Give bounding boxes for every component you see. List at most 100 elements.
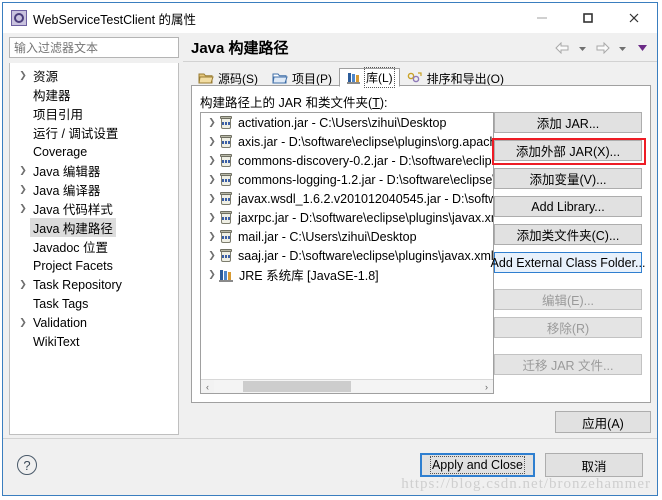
scroll-right-arrow-icon[interactable]: › [480,380,493,393]
sidebar-item-task-tags[interactable]: Task Tags [10,294,178,313]
jar-entry-text: jaxrpc.jar - D:\software\eclipse\plugins… [238,210,493,225]
sidebar-item-validation[interactable]: ❯ Validation [10,313,178,332]
scrollbar-thumb[interactable] [243,381,352,392]
help-glyph: ? [23,457,31,473]
remove-button[interactable]: 移除(R) [494,317,642,338]
chevron-right-icon[interactable]: ❯ [16,280,30,289]
add-external-jar-button[interactable]: 添加外部 JAR(X)... [492,138,646,165]
apply-button[interactable]: 应用(A) [555,411,651,433]
jar-entry-text: javax.wsdl_1.6.2.v201012040545.jar - D:\… [238,191,493,206]
sidebar-item-label: Task Tags [33,296,89,311]
add-library-button[interactable]: Add Library... [494,196,642,217]
sidebar-item-javadoc-location[interactable]: Javadoc 位置 [10,237,178,256]
sidebar-item-java-build-path[interactable]: Java 构建路径 [10,218,178,237]
sidebar-item-label: Project Facets [33,258,113,273]
list-item[interactable]: ❯ activation.jar - C:\Users\zihui\Deskto… [201,113,493,132]
back-dropdown-icon[interactable] [573,40,591,56]
add-jar-button[interactable]: 添加 JAR... [494,112,642,133]
chevron-right-icon[interactable]: ❯ [16,185,30,194]
sidebar-item-label: 项目引用 [33,108,84,122]
jar-list-label-prefix: 构建路径上的 JAR 和类文件夹( [200,96,373,110]
sidebar-item-project-facets[interactable]: Project Facets [10,256,178,275]
chevron-right-icon[interactable]: ❯ [16,71,30,80]
sidebar-item-coverage[interactable]: Coverage [10,142,178,161]
chevron-right-icon[interactable]: ❯ [16,166,30,175]
chevron-right-icon[interactable]: ❯ [205,155,219,166]
tab-label: 项目(P) [292,71,332,86]
help-icon[interactable]: ? [17,455,37,475]
list-item[interactable]: ❯ jaxrpc.jar - D:\software\eclipse\plugi… [201,208,493,227]
forward-arrow-icon[interactable] [593,40,611,56]
sidebar-item-java-code-style[interactable]: ❯ Java 代码样式 [10,199,178,218]
chevron-right-icon[interactable]: ❯ [205,269,219,280]
sidebar-item-java-compiler[interactable]: ❯ Java 编译器 [10,180,178,199]
properties-icon [11,10,27,26]
list-item[interactable]: ❯ axis.jar - D:\software\eclipse\plugins… [201,132,493,151]
sidebar-item-builders[interactable]: 构建器 [10,85,178,104]
chevron-right-icon[interactable]: ❯ [16,204,30,213]
jar-entry-text: commons-logging-1.2.jar - D:\software\ec… [238,172,493,187]
jar-list-horizontal-scrollbar[interactable]: ‹ › [201,379,493,393]
chevron-right-icon[interactable]: ❯ [205,212,219,223]
sidebar-item-project-references[interactable]: 项目引用 [10,104,178,123]
sidebar-item-task-repository[interactable]: ❯ Task Repository [10,275,178,294]
button-label: 添加变量(V)... [529,173,607,187]
title-bar: WebServiceTestClient 的属性 [3,3,657,33]
add-variable-button[interactable]: 添加变量(V)... [494,168,642,189]
chevron-right-icon[interactable]: ❯ [205,250,219,261]
edit-button[interactable]: 编辑(E)... [494,289,642,310]
button-label: 添加类文件夹(C)... [516,229,620,243]
forward-dropdown-icon[interactable] [613,40,631,56]
chevron-right-icon[interactable]: ❯ [205,231,219,242]
list-item[interactable]: ❯ mail.jar - C:\Users\zihui\Desktop [201,227,493,246]
apply-and-close-button[interactable]: Apply and Close [419,453,535,477]
sidebar-item-wikitext[interactable]: WikiText [10,332,178,351]
list-item[interactable]: ❯ commons-logging-1.2.jar - D:\software\… [201,170,493,189]
button-label: 添加外部 JAR(X)... [515,145,621,159]
add-external-class-folder-button[interactable]: Add External Class Folder... [491,252,645,273]
properties-dialog: WebServiceTestClient 的属性 ❯ 资源 构建器 [2,2,658,496]
cancel-button[interactable]: 取消 [545,453,643,477]
button-group-spacer [494,345,642,354]
chevron-right-icon[interactable]: ❯ [205,136,219,147]
settings-sidebar: ❯ 资源 构建器 项目引用 运行 / 调试设置 Coverage [9,37,179,435]
sidebar-item-resource[interactable]: ❯ 资源 [10,66,178,85]
jar-entry-text: mail.jar - C:\Users\zihui\Desktop [238,229,417,244]
sidebar-item-label: Java 编辑器 [33,165,101,179]
chevron-right-icon[interactable]: ❯ [205,117,219,128]
sidebar-item-java-editor[interactable]: ❯ Java 编辑器 [10,161,178,180]
jar-list-label-mnemonic: T [372,96,380,110]
chevron-right-icon[interactable]: ❯ [205,174,219,185]
sidebar-item-label: Validation [33,315,87,330]
list-item[interactable]: ❯ javax.wsdl_1.6.2.v201012040545.jar - D… [201,189,493,208]
jar-icon [219,115,233,130]
build-path-tabs: 源码(S) 项目(P) 库(L) 排序和导出(O) [191,67,651,88]
tab-libraries[interactable]: 库(L) [339,67,400,88]
apply-row: 应用(A) [555,411,651,433]
chevron-right-icon[interactable]: ❯ [16,318,30,327]
list-item[interactable]: ❯ commons-discovery-0.2.jar - D:\softwar… [201,151,493,170]
sidebar-item-label: Java 代码样式 [33,203,113,217]
scroll-left-arrow-icon[interactable]: ‹ [201,380,214,393]
sidebar-item-label: 资源 [33,70,59,84]
filter-input[interactable] [9,37,179,58]
list-item[interactable]: ❯ saaj.jar - D:\software\eclipse\plugins… [201,246,493,265]
maximize-button[interactable] [565,3,611,33]
chevron-right-icon[interactable]: ❯ [205,193,219,204]
sidebar-item-label: Task Repository [33,277,122,292]
jar-list[interactable]: ❯ activation.jar - C:\Users\zihui\Deskto… [200,112,494,394]
add-class-folder-button[interactable]: 添加类文件夹(C)... [494,224,642,245]
back-arrow-icon[interactable] [553,40,571,56]
list-item[interactable]: ❯ JRE 系统库 [JavaSE-1.8] [201,265,493,284]
jar-entry-text: commons-discovery-0.2.jar - D:\software\… [238,153,493,168]
watermark: https://blog.csdn.net/bronzehammer [401,476,651,492]
button-label: Add Library... [531,199,605,214]
jar-icon [219,153,233,168]
migrate-jar-file-button[interactable]: 迁移 JAR 文件... [494,354,642,375]
settings-tree[interactable]: ❯ 资源 构建器 项目引用 运行 / 调试设置 Coverage ❯ Java … [9,63,179,435]
sidebar-item-run-debug-settings[interactable]: 运行 / 调试设置 [10,123,178,142]
close-button[interactable] [611,3,657,33]
dialog-footer: ? Apply and Close 取消 https://blog.csdn.n… [3,438,657,495]
view-menu-dropdown-icon[interactable] [633,40,651,56]
minimize-button[interactable] [519,3,565,33]
